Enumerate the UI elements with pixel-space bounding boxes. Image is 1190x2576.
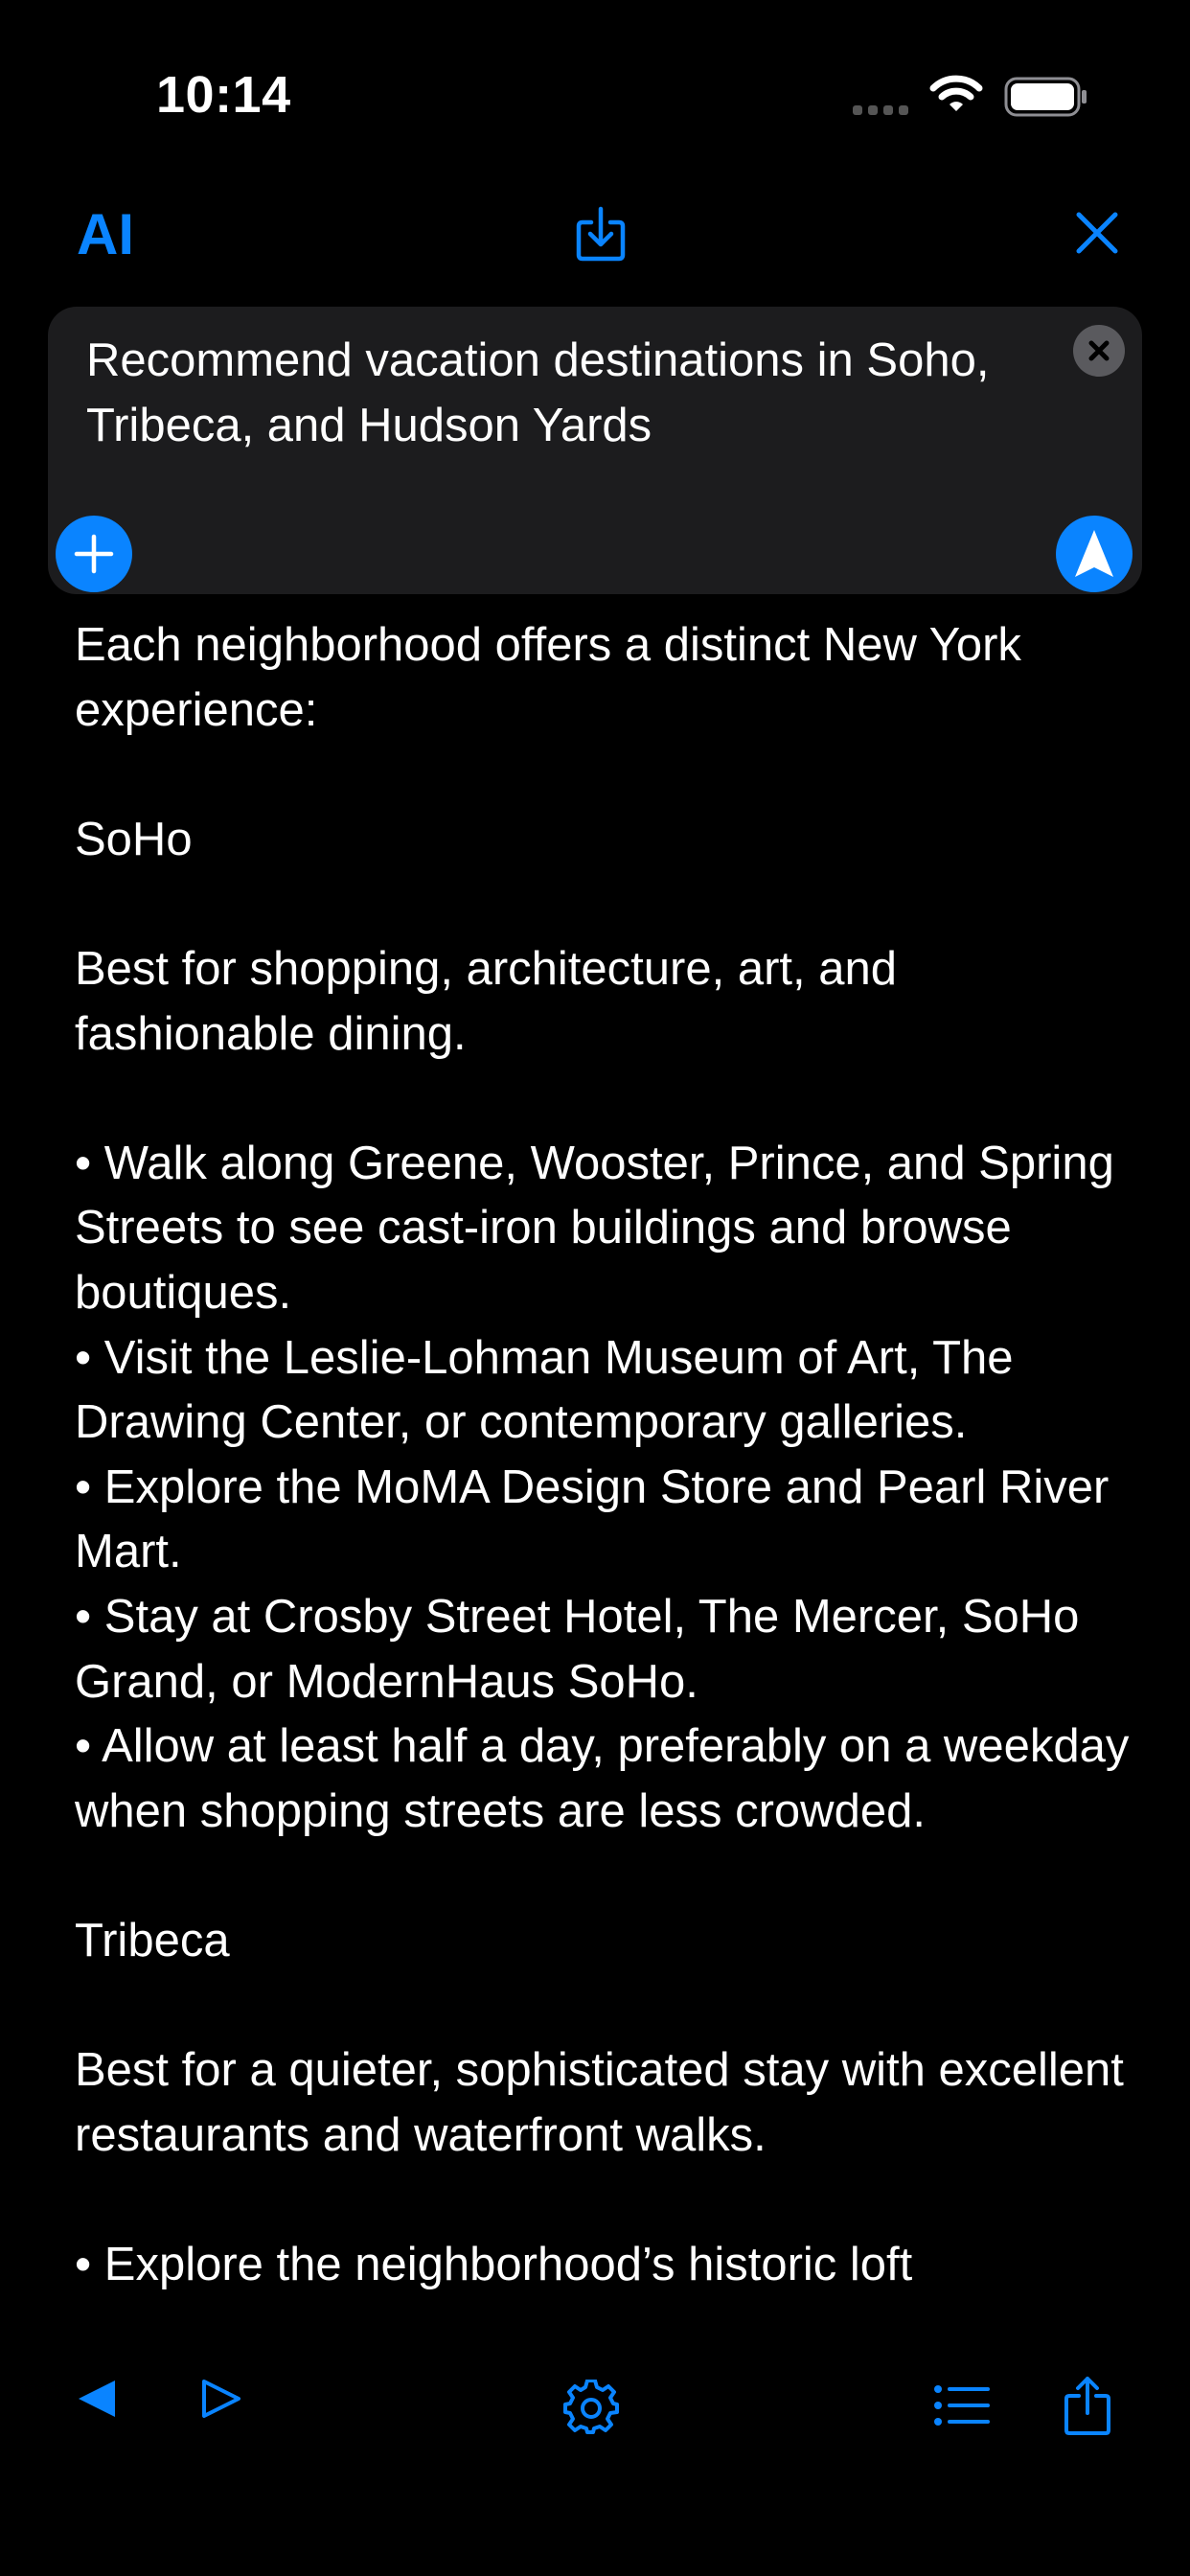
close-icon[interactable] xyxy=(1073,209,1121,257)
clear-button[interactable] xyxy=(1073,325,1125,377)
cellular-signal-icon xyxy=(853,105,908,115)
download-icon[interactable] xyxy=(575,205,627,263)
gear-icon[interactable] xyxy=(563,2380,619,2435)
plus-icon xyxy=(74,534,114,574)
battery-icon xyxy=(1004,77,1087,117)
send-button[interactable] xyxy=(1056,516,1133,592)
status-time: 10:14 xyxy=(156,66,291,124)
wifi-icon xyxy=(929,75,983,111)
query-text[interactable]: Recommend vacation destinations in Soho,… xyxy=(86,328,1064,458)
forward-triangle-icon[interactable] xyxy=(199,2377,243,2421)
share-icon[interactable] xyxy=(1064,2375,1111,2436)
response-text: Each neighborhood offers a distinct New … xyxy=(75,619,1130,2290)
clear-icon xyxy=(1088,340,1110,361)
back-triangle-icon[interactable] xyxy=(75,2377,119,2421)
list-icon[interactable] xyxy=(934,2384,990,2426)
send-arrow-icon xyxy=(1075,530,1113,577)
ai-title[interactable]: AI xyxy=(77,201,134,267)
add-button[interactable] xyxy=(56,516,132,592)
query-input-box[interactable]: Recommend vacation destinations in Soho,… xyxy=(48,307,1142,594)
